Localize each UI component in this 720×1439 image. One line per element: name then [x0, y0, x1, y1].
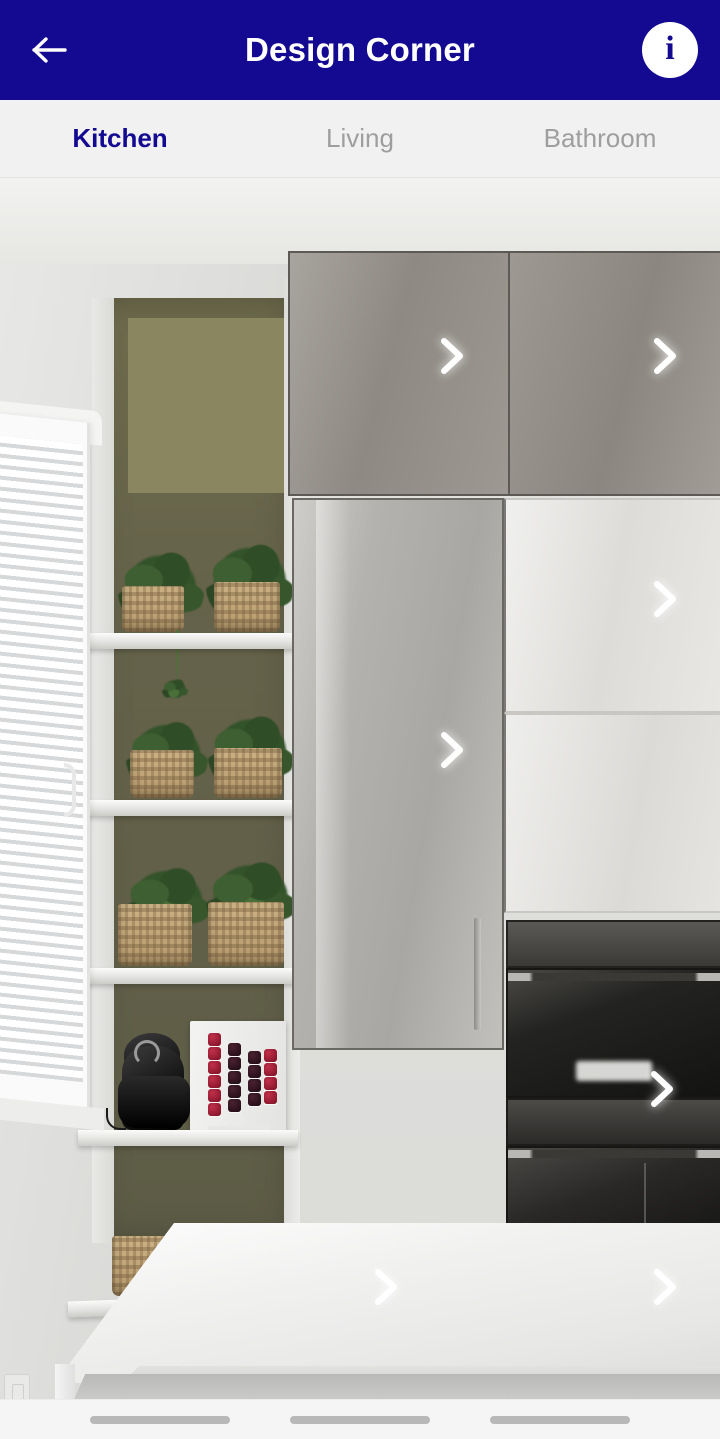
upper-cabinet-left	[288, 251, 510, 496]
wicker-basket	[208, 902, 284, 966]
hotspot-tall-cabinet-door[interactable]	[430, 730, 474, 774]
oven-middle-trim	[506, 1098, 720, 1146]
tab-bathroom-label: Bathroom	[543, 123, 657, 153]
coffee-machine-lever	[134, 1040, 160, 1066]
chevron-right-icon	[647, 1069, 677, 1114]
chevron-right-icon	[371, 1267, 401, 1312]
tall-cabinet-sheen	[316, 500, 350, 1048]
upper-cabinet-white-lower	[504, 713, 720, 913]
window-blinds	[0, 435, 83, 1083]
oven-upper-handle	[508, 973, 720, 981]
bottom-indicator-1[interactable]	[90, 1415, 230, 1424]
tab-living-label: Living	[326, 123, 394, 153]
tall-cabinet-handle	[474, 918, 481, 1030]
hotspot-tall-cabinet-white[interactable]	[643, 579, 687, 623]
coffee-machine-base	[118, 1076, 190, 1128]
shelf-3	[78, 968, 298, 984]
hotspot-upper-cabinet-right[interactable]	[643, 336, 687, 380]
window-handle	[64, 763, 76, 817]
oven-lower-handle	[508, 1150, 720, 1158]
tab-living[interactable]: Living	[240, 100, 480, 177]
wicker-basket	[118, 904, 192, 966]
wicker-basket	[122, 586, 184, 632]
tab-bar: Kitchen Living Bathroom	[0, 100, 720, 178]
app-bar: Design Corner i	[0, 0, 720, 100]
info-button[interactable]: i	[642, 22, 698, 78]
oven-upper-glass	[506, 968, 720, 1098]
island-side-panel	[55, 1364, 75, 1399]
window	[0, 412, 90, 1124]
chevron-right-icon	[650, 336, 680, 381]
chevron-right-icon	[437, 730, 467, 775]
bottom-indicator-2[interactable]	[290, 1415, 430, 1424]
upper-cabinet-white	[504, 498, 720, 713]
capsule-rack	[190, 1021, 286, 1131]
upper-cabinet-right	[510, 251, 720, 496]
bottom-bar	[0, 1399, 720, 1439]
wicker-basket	[214, 748, 282, 798]
bottom-indicator-3[interactable]	[490, 1415, 630, 1424]
wicker-basket	[214, 582, 280, 632]
shelf-4	[78, 1130, 298, 1146]
hotspot-island-worktop[interactable]	[640, 1069, 684, 1113]
wicker-basket	[130, 750, 194, 798]
tab-bathroom[interactable]: Bathroom	[480, 100, 720, 177]
hotspot-island-drawer-left[interactable]	[364, 1267, 408, 1311]
tab-kitchen-label: Kitchen	[72, 123, 168, 153]
plant-foliage	[162, 678, 188, 700]
page-title: Design Corner	[245, 31, 475, 68]
info-circle-icon: i	[665, 30, 675, 67]
shelf-2	[78, 800, 298, 816]
chevron-right-icon	[437, 336, 467, 381]
app-screen: Design Corner i Kitchen Living Bathroom	[0, 0, 720, 1439]
kitchen-scene-illustration	[0, 178, 720, 1399]
chevron-right-icon	[650, 579, 680, 624]
kitchen-photo[interactable]	[0, 178, 720, 1399]
back-button[interactable]	[22, 22, 78, 78]
chevron-right-icon	[650, 1267, 680, 1312]
tab-kitchen[interactable]: Kitchen	[0, 100, 240, 177]
island-recess	[72, 1374, 720, 1399]
hotspot-upper-cabinet-left[interactable]	[430, 336, 474, 380]
olive-back-panel	[128, 318, 293, 493]
wall-socket	[4, 1374, 30, 1399]
oven-top-trim	[506, 920, 720, 968]
shelf-1	[78, 633, 298, 649]
hotspot-island-drawer-right[interactable]	[643, 1267, 687, 1311]
arrow-left-icon	[31, 35, 69, 65]
